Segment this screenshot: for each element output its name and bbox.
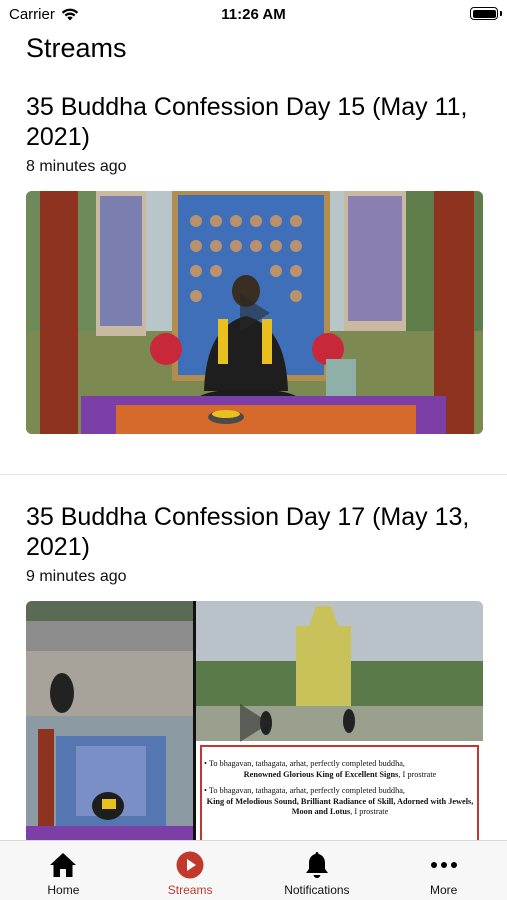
- tab-streams[interactable]: Streams: [127, 841, 254, 900]
- tab-label: Streams: [167, 883, 213, 897]
- more-icon: [429, 850, 459, 880]
- tab-more[interactable]: More: [380, 841, 507, 900]
- play-icon[interactable]: [240, 704, 270, 742]
- battery-tip: [500, 11, 502, 16]
- tab-notifications[interactable]: Notifications: [254, 841, 381, 900]
- play-circle-icon: [175, 850, 205, 880]
- clock: 11:26 AM: [221, 6, 286, 23]
- bell-icon: [302, 850, 332, 880]
- stream-thumbnail[interactable]: [26, 191, 483, 434]
- tab-home[interactable]: Home: [0, 841, 127, 900]
- tab-bar: Home Streams Notifications More: [0, 840, 507, 900]
- page-title: Streams: [26, 33, 127, 63]
- home-icon: [48, 850, 78, 880]
- battery-icon: [470, 7, 498, 20]
- slide-line-prefix: • To bhagavan, tathagata, arhat, perfect…: [204, 759, 405, 768]
- stream-title[interactable]: 35 Buddha Confession Day 15 (May 11, 202…: [26, 92, 481, 152]
- slide-line-bold: Renowned Glorious King of Excellent Sign…: [243, 769, 399, 779]
- confession-slide: • To bhagavan, tathagata, arhat, perfect…: [204, 759, 476, 818]
- stream-title[interactable]: 35 Buddha Confession Day 17 (May 13, 202…: [26, 502, 481, 562]
- tab-label: Notifications: [284, 883, 350, 897]
- divider: [0, 474, 507, 475]
- stream-thumbnail[interactable]: • To bhagavan, tathagata, arhat, perfect…: [26, 601, 483, 840]
- slide-line: • To bhagavan, tathagata, arhat, perfect…: [204, 786, 476, 818]
- play-icon[interactable]: [240, 294, 270, 332]
- status-bar: Carrier 11:26 AM: [0, 0, 507, 28]
- tab-label: More: [429, 883, 458, 897]
- slide-line-bold: King of Melodious Sound, Brilliant Radia…: [206, 796, 474, 817]
- tab-label: Home: [47, 883, 80, 897]
- stream-time: 9 minutes ago: [26, 568, 127, 585]
- stream-card[interactable]: 35 Buddha Confession Day 15 (May 11, 202…: [0, 92, 507, 434]
- slide-line: • To bhagavan, tathagata, arhat, perfect…: [204, 759, 476, 780]
- streams-feed[interactable]: 35 Buddha Confession Day 15 (May 11, 202…: [0, 92, 507, 840]
- slide-line-suffix: , I prostrate: [398, 769, 437, 779]
- slide-line-prefix: • To bhagavan, tathagata, arhat, perfect…: [204, 786, 405, 795]
- slide-line-suffix: , I prostrate: [350, 807, 389, 816]
- stream-card[interactable]: 35 Buddha Confession Day 17 (May 13, 202…: [0, 502, 507, 840]
- stream-time: 8 minutes ago: [26, 158, 127, 175]
